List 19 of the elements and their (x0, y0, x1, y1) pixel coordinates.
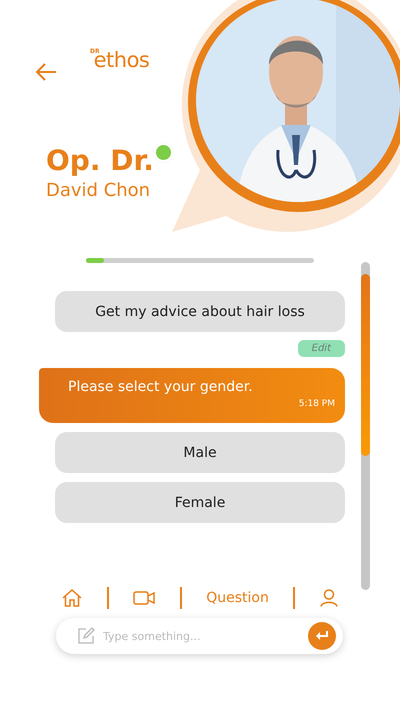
answer-option[interactable]: Female (55, 482, 345, 523)
pencil-icon (77, 627, 95, 645)
home-icon (62, 589, 82, 607)
doctor-title: Op. Dr. (46, 144, 154, 177)
message-time: 5:18 PM (298, 399, 335, 409)
video-tab[interactable] (133, 591, 156, 605)
home-tab[interactable] (62, 589, 82, 607)
video-camera-icon (133, 591, 156, 605)
send-button[interactable] (308, 622, 336, 650)
back-arrow-icon[interactable] (35, 63, 57, 81)
answer-option[interactable]: Male (55, 432, 345, 473)
scrollbar-thumb[interactable] (361, 274, 370, 456)
enter-icon (316, 631, 328, 641)
user-message: Get my advice about hair loss (55, 291, 345, 332)
message-text: Please select your gender. (68, 379, 254, 395)
user-icon (320, 589, 338, 607)
doctor-name: David Chon (46, 180, 150, 201)
profile-tab[interactable] (320, 589, 338, 607)
scrollbar[interactable] (361, 262, 370, 590)
